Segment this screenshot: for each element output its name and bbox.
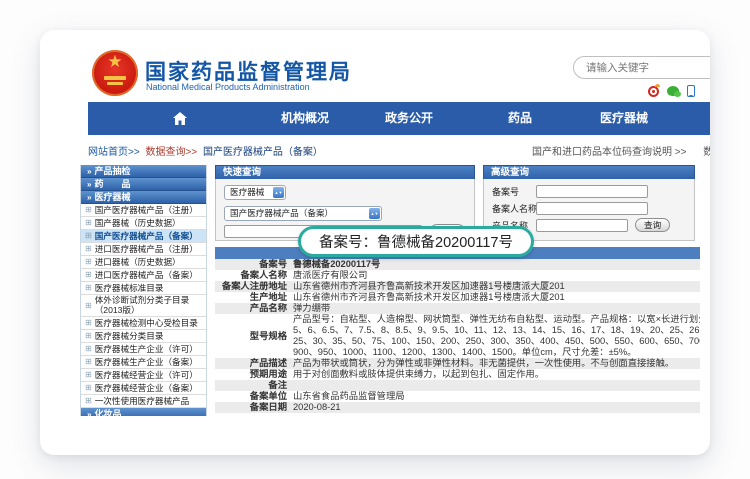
page-background: ★ 国家药品监督管理局 National Medical Products Ad…: [0, 0, 750, 479]
table-row: 预期用途 用于对创面敷料或肢体提供束缚力，以起到包扎、固定作用。: [215, 369, 700, 380]
nav-item-organization[interactable]: 机构概况: [281, 102, 329, 135]
breadcrumb-current: 国产医疗器械产品（备案）: [203, 147, 323, 158]
table-row: 生产地址 山东省德州市齐河县齐鲁高新技术开发区加速器1号楼唐派大厦201: [215, 292, 700, 303]
table-row: 备注: [215, 380, 700, 391]
reg-number-input[interactable]: [536, 185, 648, 198]
table-row: 产品名称 弹力绷带: [215, 303, 700, 314]
expand-icon: ⊞: [85, 369, 92, 381]
expand-icon: ⊞: [85, 282, 92, 294]
sidebar-item[interactable]: ⊞体外诊断试剂分类子目录（2013版）: [81, 295, 206, 317]
search-input[interactable]: [584, 61, 710, 75]
sidebar-item[interactable]: ⊞一次性使用医疗器械产品: [81, 395, 206, 408]
table-row: 备案号 鲁德械备20200117号: [215, 259, 700, 270]
registration-number-callout: 备案号：鲁德械备20200117号: [298, 226, 534, 257]
detail-table: 备案号 鲁德械备20200117号 备案人名称 唐派医疗有限公司 备案人注册地址…: [215, 259, 700, 413]
double-arrow-icon: »: [87, 410, 91, 416]
sidebar-item[interactable]: ⊞进口医疗器械产品（注册）: [81, 243, 206, 256]
expand-icon: ⊞: [85, 343, 92, 355]
quick-query-title: 快速查询: [215, 165, 475, 179]
table-row: 备案人注册地址 山东省德州市齐河县齐鲁高新技术开发区加速器1号楼唐派大厦201: [215, 281, 700, 292]
unit-code-help-link[interactable]: 国产和进口药品本位码查询说明 >>: [532, 147, 686, 158]
table-row: 备案日期 2020-08-21: [215, 402, 700, 413]
table-row: 型号规格 产品型号：自粘型、人造棉型、网状筒型、弹性无纺布自粘型、运动型。产品规…: [215, 314, 700, 358]
sidebar-item[interactable]: ⊞医疗器械生产企业（备案）: [81, 356, 206, 369]
sidebar-section-product-sampling[interactable]: »产品抽检: [81, 165, 206, 178]
sidebar-item[interactable]: ⊞进口医疗器械产品（备案）: [81, 269, 206, 282]
table-row: 备案人名称 唐派医疗有限公司: [215, 270, 700, 281]
emblem-gate-base-icon: [107, 82, 123, 85]
sidebar-section-drugs[interactable]: »药 品: [81, 178, 206, 191]
expand-icon: ⊞: [85, 256, 92, 268]
weibo-icon[interactable]: [648, 86, 659, 97]
expand-icon: ⊞: [85, 243, 92, 255]
expand-icon: ⊞: [85, 356, 92, 368]
site-search-box[interactable]: [573, 56, 710, 79]
subcategory-select[interactable]: 国产医疗器械产品（备案） ▲▼: [224, 206, 382, 221]
mobile-site-icon[interactable]: [687, 85, 695, 97]
category-select[interactable]: 医疗器械 ▲▼: [224, 185, 286, 200]
sidebar-item[interactable]: ⊞医疗器械经营企业（备案）: [81, 382, 206, 395]
expand-icon: ⊞: [85, 217, 92, 229]
data-query-help-link[interactable]: 数据查询使: [703, 147, 710, 158]
expand-icon: ⊞: [85, 301, 92, 311]
sidebar-item[interactable]: ⊞医疗器械检测中心受检目录: [81, 317, 206, 330]
select-arrows-icon: ▲▼: [273, 187, 284, 198]
main-nav: 机构概况 政务公开 药品 医疗器械 化妆品: [88, 102, 710, 135]
registrant-name-input[interactable]: [536, 202, 648, 215]
emblem-star-icon: ★: [92, 53, 138, 70]
sidebar-item[interactable]: ⊞进口器械（历史数据）: [81, 256, 206, 269]
nav-item-drugs[interactable]: 药品: [508, 102, 532, 135]
sidebar-item[interactable]: ⊞医疗器械生产企业（许可）: [81, 343, 206, 356]
nav-home-button[interactable]: [173, 102, 187, 135]
sidebar-item[interactable]: ⊞医疗器械经营企业（许可）: [81, 369, 206, 382]
emblem-gate-icon: [104, 76, 126, 80]
expand-icon: ⊞: [85, 269, 92, 281]
breadcrumb-dataquery-link[interactable]: 数据查询>>: [145, 147, 197, 158]
table-row: 备案单位 山东省食品药品监督管理局: [215, 391, 700, 402]
expand-icon: ⊞: [85, 204, 92, 216]
sidebar-item[interactable]: ⊞医疗器械标准目录: [81, 282, 206, 295]
sidebar-section-cosmetics[interactable]: »化妆品: [81, 408, 206, 416]
field-label-reg-number: 备案号: [492, 186, 519, 199]
browser-page-card: ★ 国家药品监督管理局 National Medical Products Ad…: [40, 30, 710, 455]
expand-icon: ⊞: [85, 317, 92, 329]
sidebar-item[interactable]: ⊞国产医疗器械产品（注册）: [81, 204, 206, 217]
advanced-search-button[interactable]: 查询: [635, 218, 670, 232]
double-arrow-icon: »: [87, 167, 91, 176]
wechat-icon[interactable]: [667, 86, 679, 96]
expand-icon: ⊞: [85, 395, 92, 407]
double-arrow-icon: »: [87, 180, 91, 189]
nav-item-medical-devices[interactable]: 医疗器械: [600, 102, 648, 135]
expand-icon: ⊞: [85, 230, 92, 242]
expand-icon: ⊞: [85, 382, 92, 394]
breadcrumb: 网站首页>> 数据查询>> 国产医疗器械产品（备案）: [88, 143, 323, 158]
select-arrows-icon: ▲▼: [369, 208, 380, 219]
sidebar-section-medical-devices[interactable]: »医疗器械: [81, 191, 206, 204]
nav-item-gov-affairs[interactable]: 政务公开: [385, 102, 433, 135]
breadcrumb-home-link[interactable]: 网站首页>>: [88, 147, 140, 158]
site-subtitle: National Medical Products Administration: [146, 82, 310, 92]
sidebar-item-selected[interactable]: ⊞国产医疗器械产品（备案）: [81, 230, 206, 243]
advanced-query-title: 高级查询: [483, 165, 695, 179]
expand-icon: ⊞: [85, 330, 92, 342]
sidebar-item[interactable]: ⊞国产器械（历史数据）: [81, 217, 206, 230]
breadcrumb-right-links: 国产和进口药品本位码查询说明 >> 数据查询使: [532, 143, 710, 158]
category-sidebar: »产品抽检 »药 品 »医疗器械 ⊞国产医疗器械产品（注册） ⊞国产器械（历史数…: [80, 165, 207, 416]
field-label-registrant-name: 备案人名称: [492, 203, 537, 216]
table-row: 产品描述 产品为带状或筒状，分为弹性或非弹性材料。非无菌提供，一次性使用。不与创…: [215, 358, 700, 369]
product-name-input[interactable]: [536, 219, 628, 232]
home-icon: [173, 112, 187, 125]
double-arrow-icon: »: [87, 193, 91, 202]
sidebar-item[interactable]: ⊞医疗器械分类目录: [81, 330, 206, 343]
social-links: [648, 85, 695, 97]
national-emblem-logo[interactable]: ★: [92, 50, 138, 96]
